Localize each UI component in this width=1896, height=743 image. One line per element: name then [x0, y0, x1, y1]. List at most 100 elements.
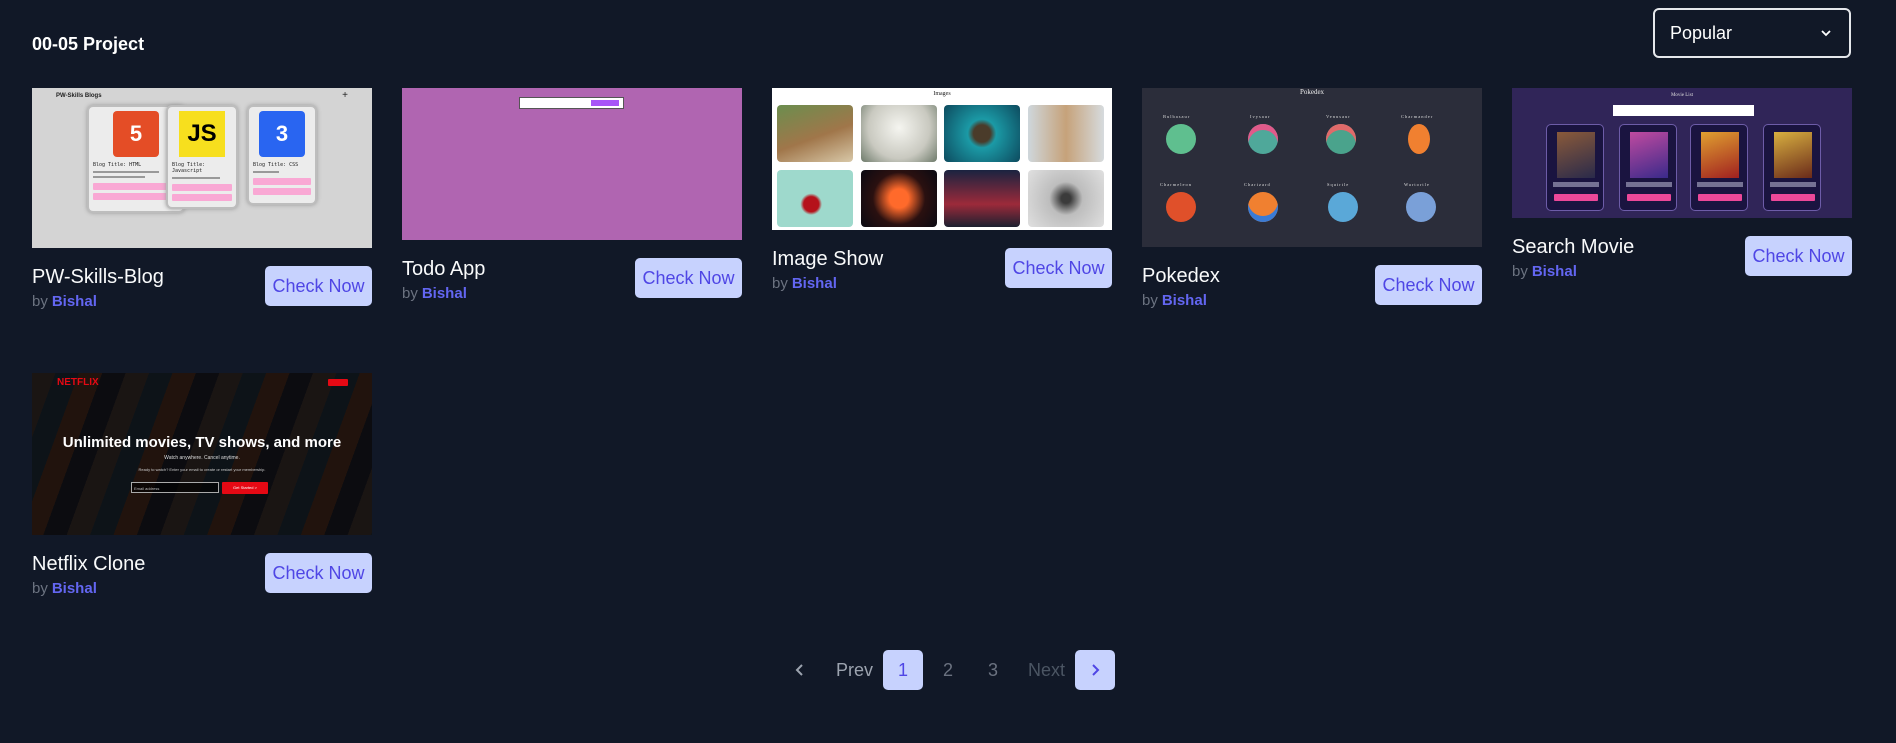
prev-button[interactable]: Prev — [826, 660, 883, 681]
pokemon-name: Charmander — [1401, 114, 1434, 119]
preview-heading: Pokedex — [1299, 88, 1325, 96]
pokemon-sprite — [1166, 192, 1196, 222]
check-now-button[interactable]: Check Now — [1375, 265, 1482, 305]
preview-todo-input — [519, 97, 624, 109]
city-photo — [944, 170, 1020, 227]
author-link[interactable]: Bishal — [422, 285, 467, 302]
preview-card-title: Blog Title: CSS — [253, 162, 299, 168]
pokemon-sprite — [1326, 124, 1356, 154]
project-card: NETFLIX Unlimited movies, TV shows, and … — [32, 373, 372, 597]
pokemon-sprite — [1406, 192, 1436, 222]
project-byline: by Bishal — [32, 293, 164, 310]
project-thumbnail[interactable]: Images — [772, 88, 1112, 230]
preview-movie-card — [1763, 124, 1821, 211]
preview-search-input — [1613, 105, 1754, 116]
html5-logo-icon: 5 — [113, 111, 159, 157]
preview-headline: Unlimited movies, TV shows, and more — [62, 434, 342, 451]
check-now-button[interactable]: Check Now — [265, 553, 372, 593]
preview-movie-card — [1546, 124, 1604, 211]
check-now-button[interactable]: Check Now — [1745, 236, 1852, 276]
check-now-button[interactable]: Check Now — [265, 266, 372, 306]
project-card: Pokedex Bulbasaur Ivysaur Venusaur Charm… — [1142, 88, 1482, 309]
pagination: Prev 1 2 3 Next — [780, 650, 1116, 690]
pokemon-name: Bulbasaur — [1163, 114, 1191, 119]
project-byline: by Bishal — [1512, 263, 1634, 280]
preview-heading: PW-Skills Blogs — [56, 93, 102, 99]
preview-heading: Images — [933, 91, 951, 97]
preview-subline: Watch anywhere. Cancel anytime. — [164, 455, 240, 461]
owl-photo — [861, 105, 937, 162]
preview-sign-in-button — [328, 379, 348, 386]
byline-prefix: by — [32, 580, 48, 597]
project-thumbnail[interactable] — [402, 88, 742, 240]
preview-heading: Movie List — [1670, 93, 1694, 98]
preview-get-started-button: Get Started > — [222, 482, 268, 494]
byline-prefix: by — [32, 293, 48, 310]
byline-prefix: by — [402, 285, 418, 302]
chevron-left-icon[interactable] — [780, 650, 820, 690]
pokemon-name: Squirtle — [1327, 182, 1350, 187]
css3-logo-icon: 3 — [259, 111, 305, 157]
preview-email-input: Email address — [131, 482, 219, 493]
pokemon-name: Wartortle — [1404, 182, 1430, 187]
byline-prefix: by — [1142, 292, 1158, 309]
project-name: Netflix Clone — [32, 553, 146, 575]
pokemon-sprite — [1248, 192, 1278, 222]
page-title: 00-05 Project — [32, 34, 145, 54]
cherry-photo — [777, 170, 853, 227]
check-now-button[interactable]: Check Now — [635, 258, 742, 298]
project-thumbnail[interactable]: NETFLIX Unlimited movies, TV shows, and … — [32, 373, 372, 535]
pokemon-sprite — [1408, 124, 1430, 154]
project-card: Todo App by Bishal Check Now — [402, 88, 742, 302]
project-thumbnail[interactable]: Movie List — [1512, 88, 1852, 218]
preview-prompt: Ready to watch? Enter your email to crea… — [138, 467, 266, 472]
project-thumbnail[interactable]: Pokedex Bulbasaur Ivysaur Venusaur Charm… — [1142, 88, 1482, 247]
page-2-button[interactable]: 2 — [928, 650, 968, 690]
preview-blog-card: 3 Blog Title: CSS — [247, 105, 317, 205]
lion-photo — [1028, 105, 1104, 162]
project-name: Search Movie — [1512, 236, 1635, 258]
author-link[interactable]: Bishal — [1162, 292, 1207, 309]
pokemon-sprite — [1166, 124, 1196, 154]
pokemon-name: Charizard — [1244, 182, 1271, 187]
pokemon-sprite — [1248, 124, 1278, 154]
byline-prefix: by — [1512, 263, 1528, 280]
page-1-button[interactable]: 1 — [883, 650, 924, 690]
project-byline: by Bishal — [402, 285, 485, 302]
project-card: Movie List Search Movie by Bishal Check N… — [1512, 88, 1852, 280]
preview-movie-card — [1619, 124, 1677, 211]
author-link[interactable]: Bishal — [52, 580, 97, 597]
preview-card-title: Blog Title: Javascript — [172, 162, 206, 174]
project-thumbnail[interactable]: PW-Skills Blogs + 5 Blog Title: HTML JS … — [32, 88, 372, 248]
author-link[interactable]: Bishal — [52, 293, 97, 310]
turtle-photo — [944, 105, 1020, 162]
netflix-logo: NETFLIX — [57, 377, 99, 388]
chevron-right-icon[interactable] — [1075, 650, 1116, 690]
preview-blog-card: JS Blog Title: Javascript — [166, 105, 238, 209]
preview-movie-card — [1690, 124, 1748, 211]
sort-select-value: Popular — [1670, 22, 1733, 43]
pokemon-name: Charmeleon — [1160, 182, 1192, 187]
project-card: PW-Skills Blogs + 5 Blog Title: HTML JS … — [32, 88, 372, 310]
tree-photo — [1028, 170, 1104, 227]
pokemon-name: Ivysaur — [1250, 114, 1271, 119]
next-button[interactable]: Next — [1018, 660, 1075, 681]
byline-prefix: by — [772, 275, 788, 292]
pokemon-sprite — [1328, 192, 1358, 222]
project-name: PW-Skills-Blog — [32, 266, 164, 288]
sort-select[interactable]: Popular — [1653, 8, 1851, 58]
plus-icon: + — [342, 90, 348, 101]
project-byline: by Bishal — [32, 580, 145, 597]
author-link[interactable]: Bishal — [1532, 263, 1577, 280]
project-byline: by Bishal — [1142, 292, 1220, 309]
project-name: Pokedex — [1142, 265, 1220, 287]
chevron-down-icon — [1821, 30, 1831, 37]
house-photo — [777, 105, 853, 162]
check-now-button[interactable]: Check Now — [1005, 248, 1112, 288]
project-byline: by Bishal — [772, 275, 883, 292]
project-card: Images Image Show by Bishal Check Now — [772, 88, 1112, 292]
page-3-button[interactable]: 3 — [973, 650, 1013, 690]
project-name: Image Show — [772, 248, 884, 270]
javascript-logo-icon: JS — [179, 111, 225, 157]
author-link[interactable]: Bishal — [792, 275, 837, 292]
